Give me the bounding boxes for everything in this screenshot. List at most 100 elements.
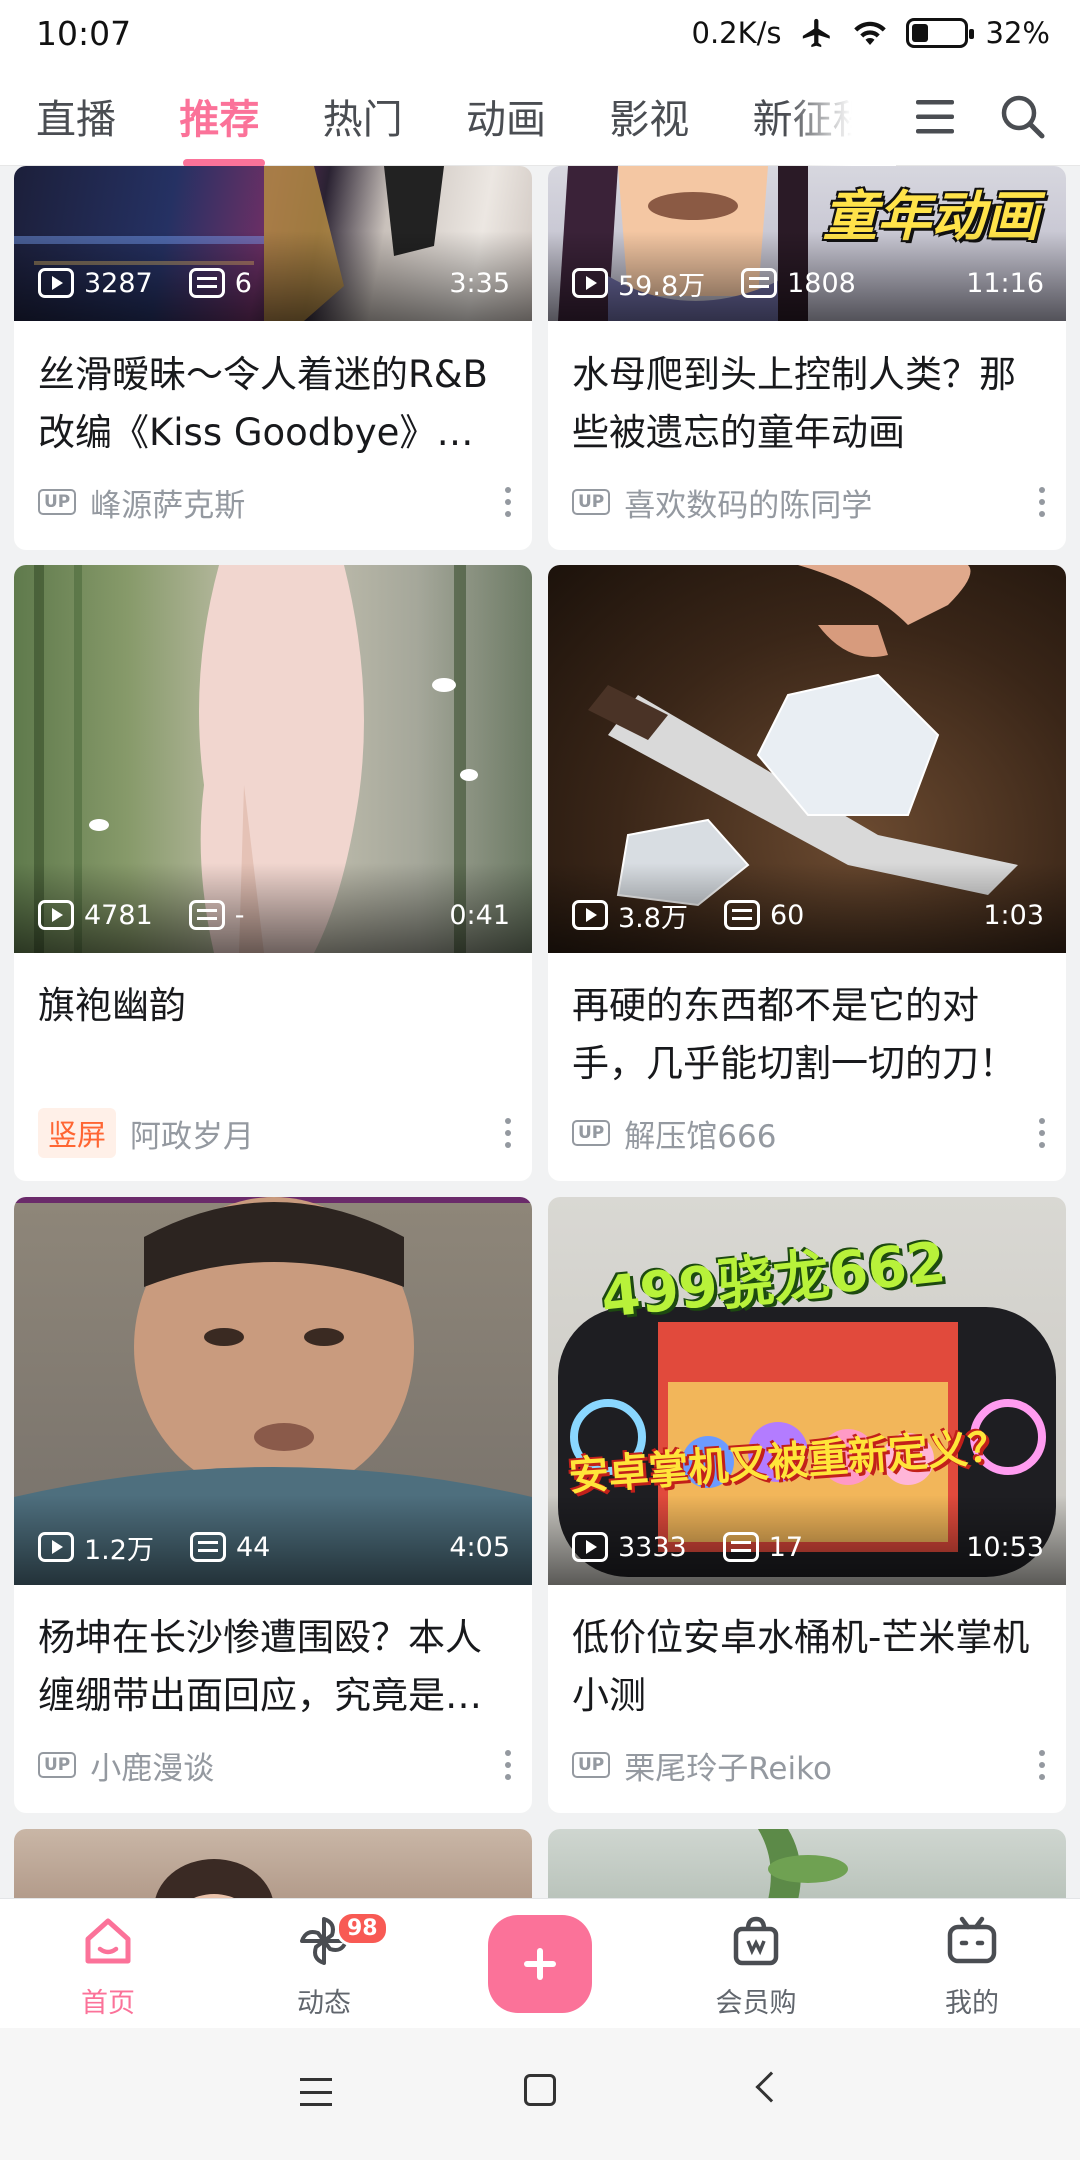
play-count-icon xyxy=(572,900,608,930)
danmaku-icon xyxy=(188,268,225,298)
more-options-icon[interactable] xyxy=(504,1118,512,1148)
view-count: 3333 xyxy=(618,1531,687,1563)
battery-percent: 32% xyxy=(985,16,1050,50)
danmaku-count: - xyxy=(234,899,245,931)
home-icon xyxy=(85,1918,131,1964)
video-card[interactable] xyxy=(548,1829,1066,1898)
danmaku-icon xyxy=(722,1532,759,1562)
more-options-icon[interactable] xyxy=(504,487,512,517)
video-card[interactable]: 1.2万 44 4:05 杨坤在长沙惨遭围殴？本人缠绷带出面回应，究竟是… UP… xyxy=(14,1197,532,1813)
video-stats: 3333 17 10:53 xyxy=(572,1527,1044,1567)
home-square-icon[interactable] xyxy=(524,2074,556,2106)
more-options-icon[interactable] xyxy=(1038,487,1046,517)
video-stats: 59.8万 1808 11:16 xyxy=(572,263,1044,303)
tab-hot[interactable]: 热门 xyxy=(323,87,466,145)
play-count-icon xyxy=(572,1532,608,1562)
video-duration: 11:16 xyxy=(966,267,1044,299)
video-stats: 3287 6 3:35 xyxy=(38,263,510,303)
nav-home-label: 首页 xyxy=(81,1988,135,2019)
author-name[interactable]: 阿政岁月 xyxy=(130,1111,254,1156)
status-bar: 10:07 0.2K/s 32% xyxy=(0,0,1080,66)
video-title[interactable]: 低价位安卓水桶机-芒米掌机小测 xyxy=(572,1609,1042,1725)
danmaku-icon xyxy=(188,900,225,930)
up-badge: UP xyxy=(572,1752,611,1778)
video-stats: 3.8万 60 1:03 xyxy=(572,895,1044,935)
danmaku-icon xyxy=(189,1532,226,1562)
play-count-icon xyxy=(38,1532,74,1562)
view-count: 3287 xyxy=(84,267,153,299)
view-count: 4781 xyxy=(84,899,153,931)
vertical-video-tag: 竖屏 xyxy=(38,1108,117,1158)
video-card[interactable]: 童年动画 59.8万 1808 11:16 水母爬到头上控制人类？那些被遗忘的童… xyxy=(548,166,1066,550)
video-title[interactable]: 丝滑暧昧～令人着迷的R&B改编《Kiss Goodbye》每… xyxy=(38,346,508,462)
video-meta: UP 喜欢数码的陈同学 xyxy=(572,480,1046,525)
top-nav: 直播 推荐 热门 动画 影视 新征程 xyxy=(0,66,1080,166)
video-thumbnail: 3287 6 3:35 xyxy=(14,166,532,321)
play-count-icon xyxy=(572,268,608,298)
nav-mine-label: 我的 xyxy=(945,1988,999,2019)
back-icon[interactable] xyxy=(755,2071,787,2103)
system-nav-bar xyxy=(0,2028,1080,2160)
net-speed: 0.2K/s xyxy=(691,16,782,50)
video-card[interactable]: 3287 6 3:35 丝滑暧昧～令人着迷的R&B改编《Kiss Goodbye… xyxy=(14,166,532,550)
video-card[interactable]: 3.8万 60 1:03 再硬的东西都不是它的对手，几乎能切割一切的刀！ UP … xyxy=(548,565,1066,1181)
up-badge: UP xyxy=(572,489,611,515)
video-title[interactable]: 旗袍幽韵 xyxy=(38,977,508,1035)
recent-apps-icon[interactable] xyxy=(300,2078,332,2106)
author-name[interactable]: 峰源萨克斯 xyxy=(90,480,245,525)
play-count-icon xyxy=(38,268,74,298)
danmaku-count: 44 xyxy=(235,1531,271,1563)
nav-mine[interactable]: 我的 xyxy=(892,1899,1052,2029)
video-feed: 3287 6 3:35 丝滑暧昧～令人着迷的R&B改编《Kiss Goodbye… xyxy=(0,166,1080,1898)
video-card[interactable]: 499骁龙662 安卓掌机又被重新定义？ 3333 17 10:53 低价位安卓… xyxy=(548,1197,1066,1813)
shopping-bag-icon xyxy=(733,1916,779,1966)
video-card[interactable]: 4781 - 0:41 旗袍幽韵 竖屏 阿政岁月 xyxy=(14,565,532,1181)
video-duration: 1:03 xyxy=(983,899,1044,931)
more-options-icon[interactable] xyxy=(1038,1750,1046,1780)
video-thumbnail: 499骁龙662 安卓掌机又被重新定义？ 3333 17 10:53 xyxy=(548,1197,1066,1585)
video-thumbnail: 4781 - 0:41 xyxy=(14,565,532,953)
tab-recommend[interactable]: 推荐 xyxy=(179,87,322,166)
nav-dynamic[interactable]: 98 动态 xyxy=(244,1899,404,2029)
search-icon[interactable] xyxy=(996,90,1050,144)
video-card[interactable] xyxy=(14,1829,532,1898)
video-meta: UP 峰源萨克斯 xyxy=(38,480,512,525)
video-duration: 0:41 xyxy=(449,899,510,931)
up-badge: UP xyxy=(572,1120,611,1146)
author-name[interactable]: 喜欢数码的陈同学 xyxy=(624,480,872,525)
video-title[interactable]: 水母爬到头上控制人类？那些被遗忘的童年动画 xyxy=(572,346,1042,462)
notification-badge: 98 xyxy=(336,1911,389,1946)
author-name[interactable]: 小鹿漫谈 xyxy=(90,1743,214,1788)
wifi-icon xyxy=(853,21,886,45)
danmaku-count: 60 xyxy=(769,899,805,931)
more-options-icon[interactable] xyxy=(504,1750,512,1780)
video-thumbnail: 童年动画 59.8万 1808 11:16 xyxy=(548,166,1066,321)
view-count: 1.2万 xyxy=(84,1534,154,1566)
video-thumbnail: 1.2万 44 4:05 xyxy=(14,1197,532,1585)
view-count: 3.8万 xyxy=(618,902,688,934)
status-right: 0.2K/s 32% xyxy=(692,16,1051,50)
danmaku-count: 1808 xyxy=(787,267,856,299)
video-thumbnail: 3.8万 60 1:03 xyxy=(548,565,1066,953)
video-stats: 1.2万 44 4:05 xyxy=(38,1527,510,1567)
menu-icon[interactable] xyxy=(908,90,962,144)
author-name[interactable]: 解压馆666 xyxy=(624,1111,776,1156)
video-meta: UP 栗尾玲子Reiko xyxy=(572,1743,1046,1788)
author-name[interactable]: 栗尾玲子Reiko xyxy=(624,1743,832,1788)
tab-live[interactable]: 直播 xyxy=(36,87,179,145)
video-duration: 10:53 xyxy=(966,1531,1044,1563)
airplane-icon xyxy=(802,18,830,48)
up-badge: UP xyxy=(38,489,77,515)
danmaku-count: 17 xyxy=(768,1531,804,1563)
battery-icon xyxy=(905,18,974,48)
upload-plus-button[interactable] xyxy=(488,1915,592,2013)
tv-icon xyxy=(947,1916,997,1964)
video-title[interactable]: 杨坤在长沙惨遭围殴？本人缠绷带出面回应，究竟是… xyxy=(38,1609,508,1725)
tab-movies[interactable]: 影视 xyxy=(609,87,752,145)
nav-member-shop[interactable]: 会员购 xyxy=(676,1899,836,2029)
view-count: 59.8万 xyxy=(618,270,706,302)
nav-home[interactable]: 首页 xyxy=(28,1899,188,2029)
video-title[interactable]: 再硬的东西都不是它的对手，几乎能切割一切的刀！ xyxy=(572,977,1042,1093)
more-options-icon[interactable] xyxy=(1038,1118,1046,1148)
tab-anime[interactable]: 动画 xyxy=(466,87,609,145)
